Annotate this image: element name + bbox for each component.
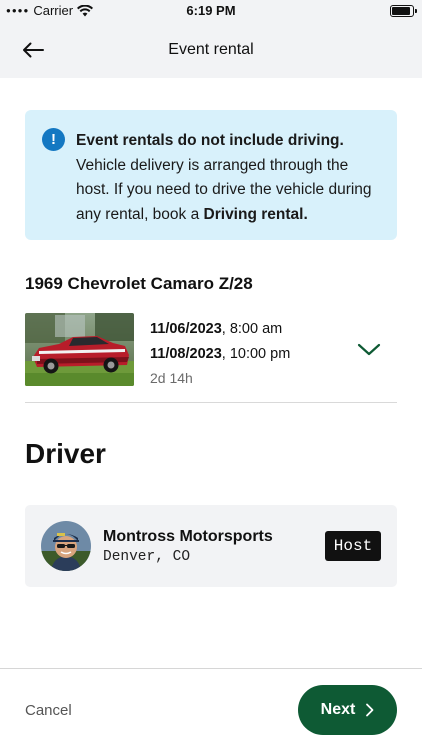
info-icon: ! — [42, 128, 65, 151]
status-time: 6:19 PM — [186, 3, 236, 18]
end-time: , 10:00 pm — [221, 345, 291, 362]
driver-section-title: Driver — [25, 438, 106, 469]
driver-card: Montross Motorsports Denver, CO Host — [25, 505, 397, 587]
cancel-button[interactable]: Cancel — [25, 702, 72, 719]
avatar — [41, 521, 91, 571]
driving-rental-link[interactable]: Driving rental. — [204, 206, 308, 223]
alert-heading: Event rentals do not include driving. — [76, 132, 344, 149]
rental-duration: 2d 14h — [150, 370, 193, 386]
start-date: 11/06/2023 — [150, 321, 222, 337]
section-divider — [25, 402, 397, 403]
status-bar: ●●●● Carrier 6:19 PM — [0, 0, 422, 22]
alert-message: Event rentals do not include driving. Ve… — [76, 129, 382, 227]
vehicle-photo — [25, 313, 134, 386]
rental-dates: 11/06/2023, 8:00 am 11/08/2023, 10:00 pm… — [150, 317, 290, 391]
end-datetime: 11/08/2023, 10:00 pm — [150, 342, 290, 367]
chevron-down-icon — [357, 343, 381, 356]
next-button[interactable]: Next — [298, 685, 397, 735]
driver-name: Montross Motorsports — [103, 528, 273, 545]
nav-bar: Event rental — [0, 22, 422, 78]
chevron-right-icon — [366, 703, 374, 717]
battery-icon — [390, 5, 417, 17]
info-alert: ! Event rentals do not include driving. … — [25, 110, 397, 240]
start-time: , 8:00 am — [221, 321, 283, 337]
next-label: Next — [320, 701, 356, 718]
vehicle-name: 1969 Chevrolet Camaro Z/28 — [25, 274, 253, 293]
page-title: Event rental — [168, 41, 254, 58]
driver-location: Denver, CO — [103, 549, 191, 565]
start-datetime: 11/06/2023, 8:00 am — [150, 317, 290, 342]
expand-dates-button[interactable] — [355, 340, 383, 360]
footer-bar: Cancel Next — [0, 668, 422, 750]
host-badge: Host — [325, 531, 381, 561]
end-date: 11/08/2023 — [150, 345, 222, 362]
